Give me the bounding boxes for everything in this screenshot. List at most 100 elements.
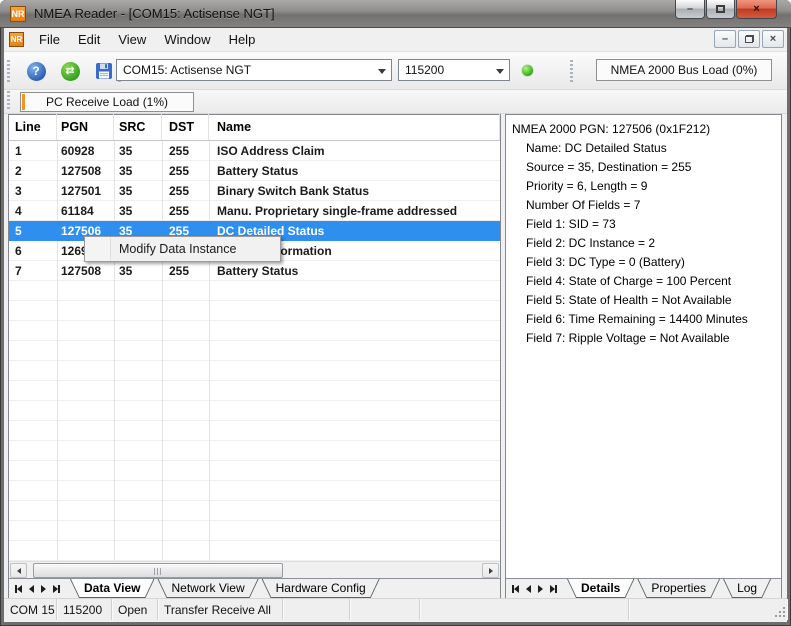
detail-line: Source = 35, Destination = 255 [512, 158, 781, 177]
menu-view[interactable]: View [109, 29, 155, 50]
detail-line: Name: DC Detailed Status [512, 139, 781, 158]
com-port-value: COM15: Actisense NGT [123, 63, 251, 77]
bus-load-label: NMEA 2000 Bus Load (0%) [611, 63, 758, 77]
pc-receive-load-indicator: PC Receive Load (1%) [20, 92, 194, 112]
table-row[interactable]: 1 60928 35 255 ISO Address Claim [9, 141, 500, 161]
connection-led-icon [522, 65, 533, 76]
menu-file[interactable]: File [30, 29, 69, 50]
cell-pgn: 127508 [57, 261, 114, 281]
table-row[interactable]: 7 127508 35 255 Battery Status [9, 261, 500, 281]
cell-src: 35 [114, 201, 162, 221]
title-bar[interactable]: NR NMEA Reader - [COM15: Actisense NGT] … [0, 0, 791, 28]
cell-src: 35 [114, 161, 162, 181]
status-transfer-mode: Transfer Receive All [158, 599, 283, 620]
mdi-close-icon: × [770, 33, 776, 45]
table-row[interactable]: 2 127508 35 255 Battery Status [9, 161, 500, 181]
menu-bar: NR File Edit View Window Help – × [4, 28, 787, 52]
message-list-panel: Line PGN SRC DST Name 1 60928 35 255 [8, 114, 501, 598]
menu-window[interactable]: Window [155, 29, 219, 50]
tab-data-view[interactable]: Data View [70, 579, 154, 598]
tab-properties[interactable]: Properties [637, 579, 720, 598]
cell-name: Binary Switch Bank Status [209, 181, 500, 201]
tab-next-button[interactable] [41, 585, 46, 593]
scroll-right-button[interactable] [482, 563, 499, 578]
tab-prev-button[interactable] [526, 585, 531, 593]
tab-first-button[interactable] [512, 585, 519, 593]
cell-line: 5 [9, 221, 57, 241]
help-button[interactable]: ? [24, 59, 48, 83]
tab-first-button[interactable] [15, 585, 22, 593]
status-port-state: Open [112, 599, 158, 620]
cell-src: 35 [114, 261, 162, 281]
tab-label: Properties [637, 579, 720, 598]
table-row[interactable]: 3 127501 35 255 Binary Switch Bank Statu… [9, 181, 500, 201]
pc-load-fill [22, 94, 25, 110]
com-port-select[interactable]: COM15: Actisense NGT [116, 59, 392, 81]
maximize-button[interactable] [706, 0, 735, 19]
cell-dst: 255 [162, 141, 209, 161]
cell-dst: 255 [162, 201, 209, 221]
column-pgn[interactable]: PGN [57, 114, 114, 140]
close-button[interactable]: × [736, 0, 777, 19]
column-src[interactable]: SRC [114, 114, 162, 140]
mdi-restore-button[interactable] [738, 30, 760, 48]
menu-help[interactable]: Help [220, 29, 265, 50]
mdi-minimize-button[interactable]: – [714, 30, 736, 48]
horizontal-scrollbar[interactable] [9, 561, 500, 578]
detail-line: Number Of Fields = 7 [512, 196, 781, 215]
column-name[interactable]: Name [209, 114, 500, 140]
detail-line: Field 5: State of Health = Not Available [512, 291, 781, 310]
client-area: NR File Edit View Window Help – × ? ⇄ [4, 28, 787, 622]
minimize-button[interactable]: – [675, 0, 705, 19]
tab-prev-button[interactable] [29, 585, 34, 593]
cell-src: 35 [114, 181, 162, 201]
tab-hardware-config[interactable]: Hardware Config [262, 579, 380, 598]
cell-name: Battery Status [209, 261, 500, 281]
tab-details[interactable]: Details [567, 579, 634, 598]
resize-grip[interactable] [775, 607, 785, 617]
scroll-left-button[interactable] [10, 563, 27, 578]
table-body: 1 60928 35 255 ISO Address Claim 2 12750… [9, 141, 500, 561]
scrollbar-thumb[interactable] [33, 563, 283, 578]
chevron-down-icon [378, 69, 386, 74]
mdi-minimize-icon: – [722, 33, 728, 45]
baud-rate-select[interactable]: 115200 [398, 59, 510, 81]
toolbar-grip [7, 60, 10, 82]
table-row[interactable]: 4 61184 35 255 Manu. Proprietary single-… [9, 201, 500, 221]
mdi-app-icon[interactable]: NR [9, 32, 24, 47]
status-empty [283, 599, 350, 620]
menu-edit[interactable]: Edit [69, 29, 109, 50]
status-baud-rate: 115200 [57, 599, 112, 620]
save-button[interactable] [92, 59, 116, 83]
detail-line: Priority = 6, Length = 9 [512, 177, 781, 196]
detail-line: Field 2: DC Instance = 2 [512, 234, 781, 253]
app-window: NR NMEA Reader - [COM15: Actisense NGT] … [0, 0, 791, 626]
cell-name: ISO Address Claim [209, 141, 500, 161]
toolbar: ? ⇄ COM15: Actisense NGT [4, 52, 787, 90]
tab-log[interactable]: Log [723, 579, 771, 598]
context-menu-item-modify-data-instance[interactable]: Modify Data Instance [86, 238, 279, 260]
bus-load-indicator: NMEA 2000 Bus Load (0%) [596, 59, 772, 81]
detail-line: Field 3: DC Type = 0 (Battery) [512, 253, 781, 272]
mdi-restore-icon [745, 35, 754, 43]
cell-name: Battery Status [209, 161, 500, 181]
mdi-close-button[interactable]: × [762, 30, 784, 48]
transfer-icon: ⇄ [61, 62, 80, 81]
chevron-down-icon [496, 69, 504, 74]
toolbar-grip [7, 91, 10, 111]
cell-line: 1 [9, 141, 57, 161]
tab-network-view[interactable]: Network View [157, 579, 258, 598]
column-dst[interactable]: DST [162, 114, 209, 140]
transfer-button[interactable]: ⇄ [58, 59, 82, 83]
tab-last-button[interactable] [53, 585, 60, 593]
pgn-details: NMEA 2000 PGN: 127506 (0x1F212) Name: DC… [506, 115, 781, 578]
detail-line: Field 7: Ripple Voltage = Not Available [512, 329, 781, 348]
column-line[interactable]: Line [9, 114, 57, 140]
app-logo-icon: NR [10, 6, 26, 22]
tab-last-button[interactable] [550, 585, 557, 593]
tab-next-button[interactable] [538, 585, 543, 593]
cell-src: 35 [114, 141, 162, 161]
maximize-icon [716, 5, 725, 13]
toolbar-grip [570, 60, 573, 82]
cell-name: Manu. Proprietary single-frame addressed [209, 201, 500, 221]
